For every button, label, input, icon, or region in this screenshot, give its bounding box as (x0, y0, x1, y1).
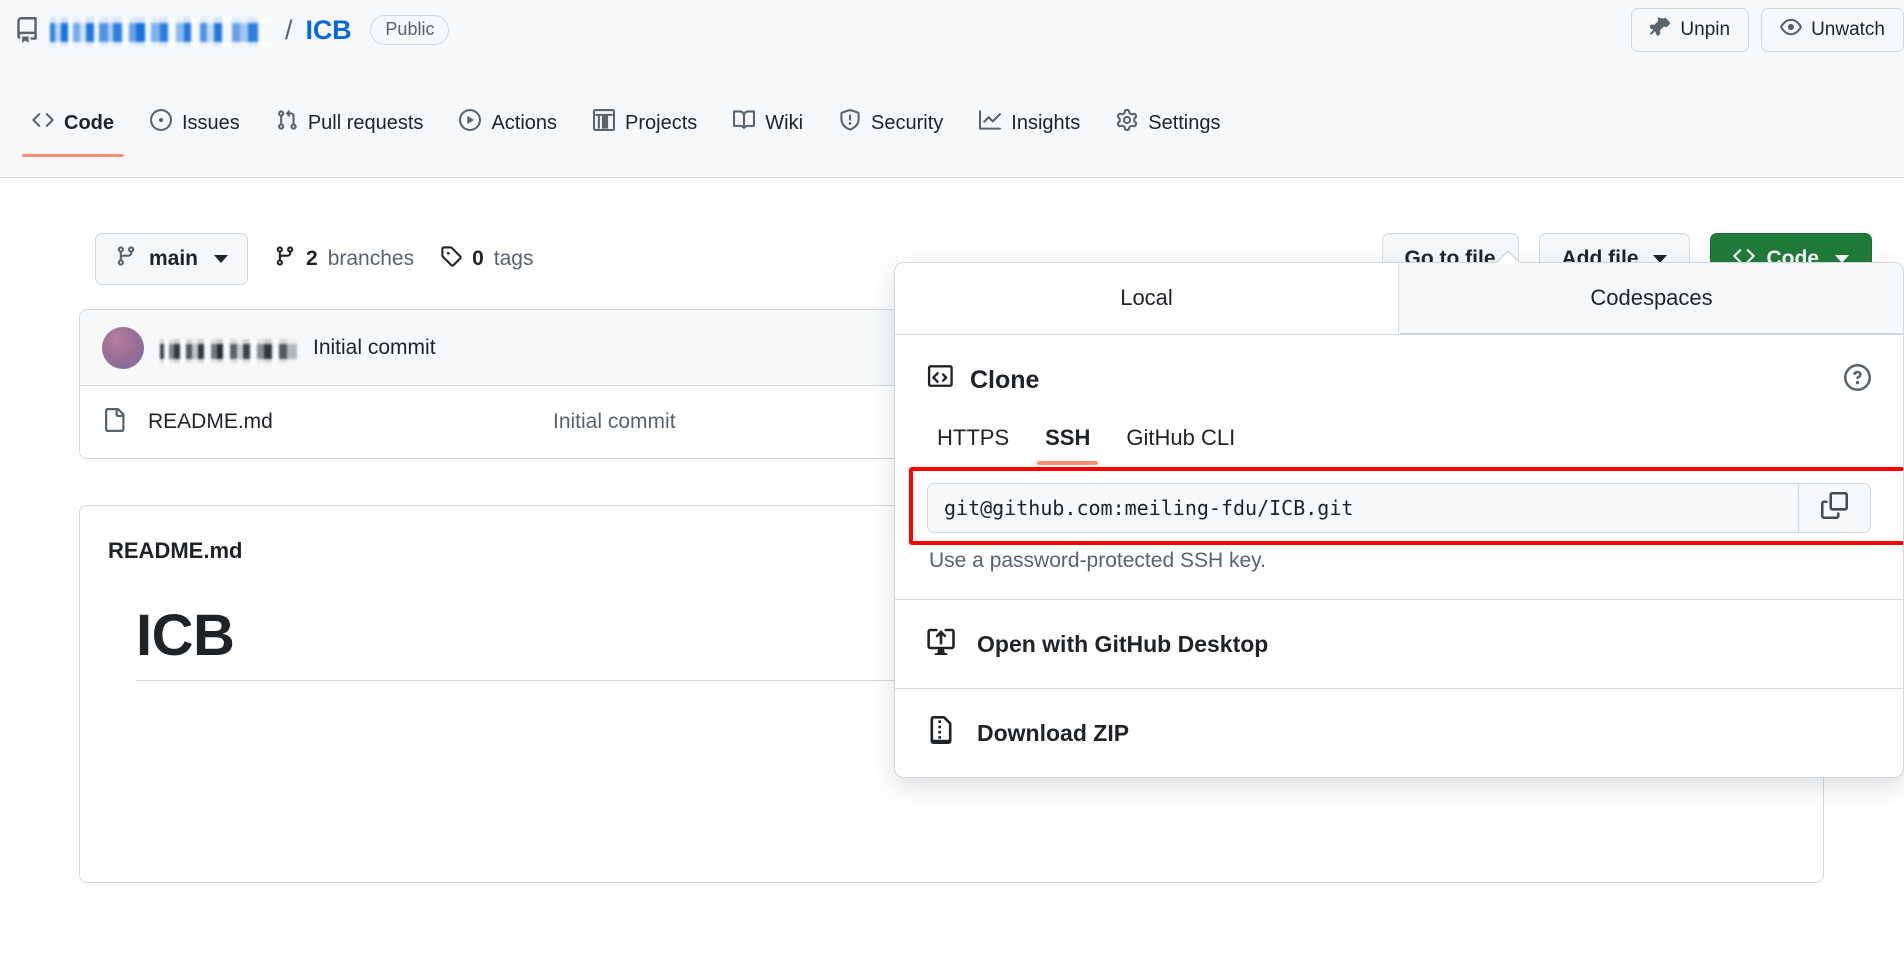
nav-item-security[interactable]: Security (821, 95, 961, 151)
branch-name-label: main (149, 247, 199, 270)
chevron-down-icon (214, 255, 229, 263)
nav-item-actions[interactable]: Actions (441, 95, 575, 151)
repo-name-link[interactable]: ICB (306, 15, 352, 46)
clone-title: Clone (927, 363, 1039, 397)
unpin-button[interactable]: Unpin (1631, 8, 1750, 52)
nav-label-projects: Projects (625, 111, 698, 134)
tab-https-label: HTTPS (937, 425, 1010, 450)
repo-header: / ICB Public Unpin Unwatch Code Issues P… (0, 0, 1904, 178)
unwatch-button[interactable]: Unwatch (1761, 8, 1904, 52)
table-icon (593, 109, 616, 137)
download-zip-item[interactable]: Download ZIP (895, 689, 1903, 777)
nav-label-security: Security (871, 111, 944, 134)
breadcrumb-separator: / (285, 14, 293, 45)
tab-codespaces[interactable]: Codespaces (1399, 263, 1903, 334)
nav-item-pull-requests[interactable]: Pull requests (258, 95, 442, 151)
tab-github-cli-label: GitHub CLI (1126, 425, 1236, 450)
branches-count-label: branches (327, 247, 415, 270)
download-zip-label: Download ZIP (977, 719, 1130, 746)
clone-header: Clone (927, 363, 1871, 397)
shield-icon (839, 109, 861, 137)
nav-label-pull-requests: Pull requests (307, 111, 424, 134)
file-commit-message[interactable]: Initial commit (553, 410, 676, 434)
graph-icon (979, 109, 1002, 137)
clone-url-value[interactable]: git@github.com:meiling-fdu/ICB.git (928, 484, 1798, 532)
file-name-link[interactable]: README.md (148, 410, 553, 434)
tab-local-label: Local (1120, 285, 1173, 310)
open-with-github-desktop-label: Open with GitHub Desktop (977, 630, 1269, 657)
unpin-label: Unpin (1680, 19, 1731, 40)
code-panel-arrow (1495, 250, 1521, 264)
readme-filename: README.md (108, 538, 243, 563)
tags-count[interactable]: 0 tags (440, 245, 533, 273)
nav-item-projects[interactable]: Projects (575, 95, 715, 151)
file-icon (102, 407, 126, 437)
play-icon (459, 109, 482, 137)
nav-item-settings[interactable]: Settings (1098, 95, 1238, 151)
nav-label-wiki: Wiki (765, 111, 804, 134)
readme-heading: ICB (136, 603, 235, 668)
gear-icon (1116, 109, 1138, 137)
clone-note: Use a password-protected SSH key. (929, 549, 1266, 572)
tags-count-value: 0 (472, 247, 484, 270)
repo-nav: Code Issues Pull requests Actions Projec… (14, 95, 1239, 157)
clone-section: Clone HTTPS SSH GitHub CLI git@github.co… (895, 335, 1903, 573)
nav-item-code[interactable]: Code (14, 95, 132, 157)
terminal-icon (927, 363, 954, 397)
tags-count-label: tags (493, 247, 534, 270)
avatar[interactable] (102, 326, 144, 369)
commit-author-redacted[interactable] (160, 338, 297, 363)
code-icon (32, 109, 54, 137)
repo-title-row: / ICB Public (14, 8, 450, 52)
branch-selector-button[interactable]: main (95, 233, 249, 285)
eye-icon (1780, 16, 1803, 44)
open-with-github-desktop-item[interactable]: Open with GitHub Desktop (895, 600, 1903, 688)
nav-label-settings: Settings (1148, 111, 1221, 134)
book-icon (733, 109, 756, 137)
tab-github-cli[interactable]: GitHub CLI (1108, 425, 1253, 465)
branches-count-value: 2 (306, 247, 318, 270)
clone-url-field[interactable]: git@github.com:meiling-fdu/ICB.git (927, 483, 1871, 533)
copy-url-button[interactable] (1798, 484, 1870, 532)
commit-message[interactable]: Initial commit (313, 336, 436, 360)
tag-icon (440, 245, 462, 273)
repo-header-actions: Unpin Unwatch (1631, 8, 1904, 52)
tab-ssh-label: SSH (1045, 425, 1091, 450)
nav-item-issues[interactable]: Issues (132, 95, 258, 151)
file-zip-icon (927, 716, 955, 750)
question-icon[interactable] (1844, 364, 1871, 396)
clone-url-wrapper: git@github.com:meiling-fdu/ICB.git (909, 467, 1903, 545)
unpin-icon (1649, 16, 1671, 44)
git-branch-icon (115, 245, 137, 273)
nav-item-insights[interactable]: Insights (961, 95, 1098, 151)
clone-protocol-tabs: HTTPS SSH GitHub CLI (927, 425, 1871, 465)
nav-label-issues: Issues (182, 111, 240, 134)
repo-toolbar-left: main 2 branches 0 tags (95, 233, 533, 285)
git-branch-icon (274, 245, 296, 273)
nav-label-actions: Actions (491, 111, 558, 134)
code-dropdown-panel: Local Codespaces Clone HTTPS SSH GitHub … (894, 262, 1904, 778)
unwatch-label: Unwatch (1811, 19, 1885, 40)
code-panel-tabs: Local Codespaces (895, 263, 1903, 335)
copy-icon (1821, 492, 1848, 524)
tab-ssh[interactable]: SSH (1027, 425, 1108, 465)
git-pull-request-icon (276, 109, 298, 137)
tab-codespaces-label: Codespaces (1590, 285, 1713, 310)
github-repo-page: / ICB Public Unpin Unwatch Code Issues P… (0, 0, 1904, 976)
clone-title-label: Clone (970, 365, 1040, 394)
visibility-badge: Public (370, 14, 450, 46)
tab-https[interactable]: HTTPS (927, 425, 1027, 465)
nav-label-insights: Insights (1011, 111, 1081, 134)
repo-owner-name-redacted[interactable] (50, 17, 272, 47)
tab-local[interactable]: Local (895, 263, 1399, 334)
issue-opened-icon (150, 109, 172, 137)
repo-icon (14, 17, 40, 43)
branches-count[interactable]: 2 branches (274, 245, 414, 273)
nav-item-wiki[interactable]: Wiki (715, 95, 821, 151)
desktop-download-icon (927, 627, 955, 661)
nav-label-code: Code (64, 111, 114, 134)
